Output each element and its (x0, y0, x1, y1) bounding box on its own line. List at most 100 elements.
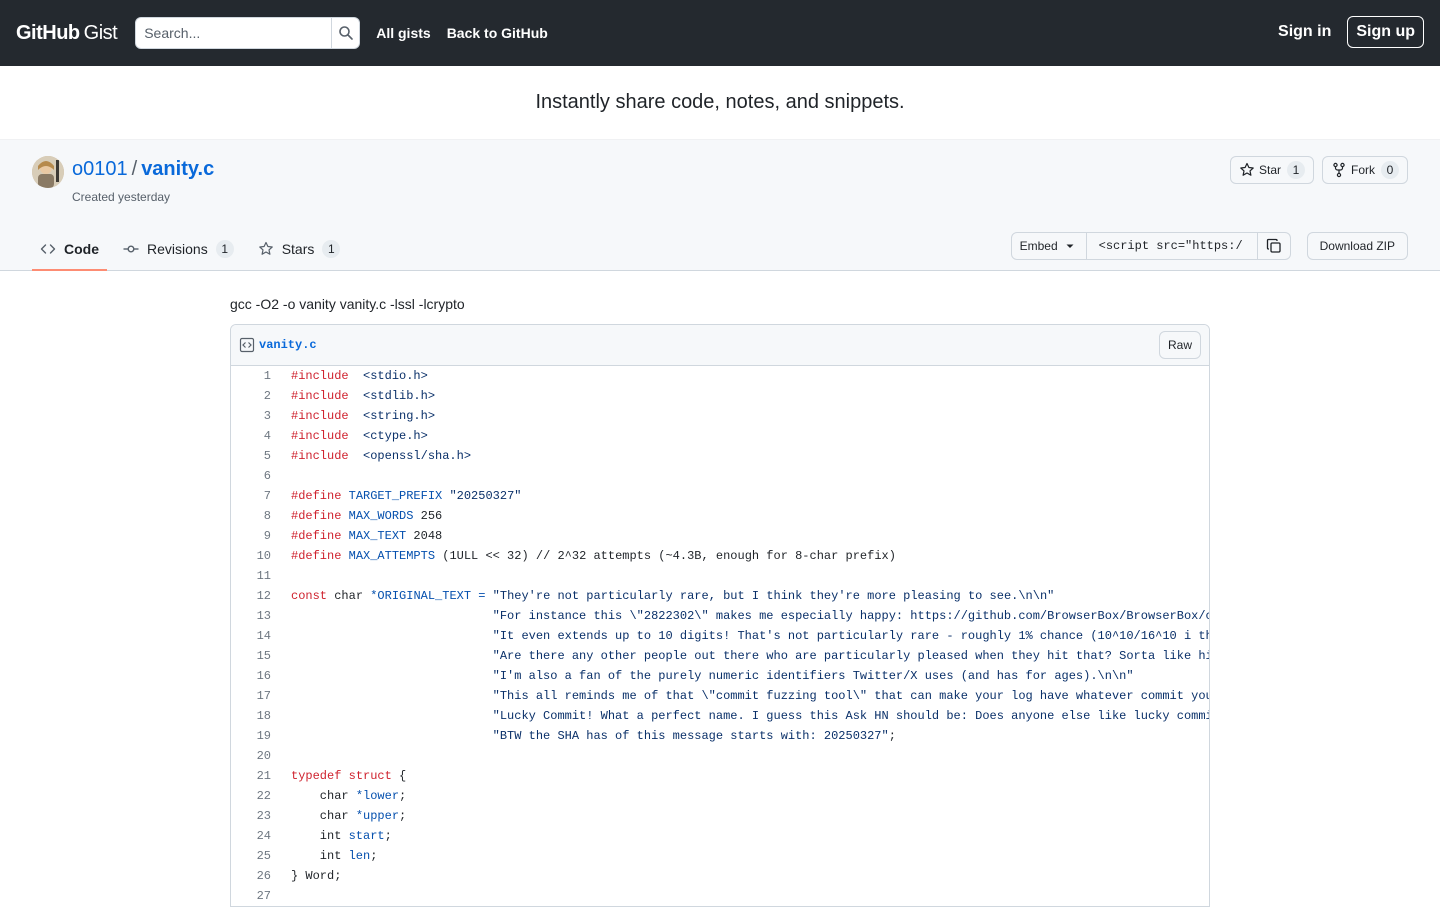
sign-up-button[interactable]: Sign up (1347, 16, 1424, 48)
code-token: ; (399, 789, 407, 803)
code-token: = (471, 589, 486, 603)
code-line: 6 (231, 466, 1209, 486)
code-token: typedef (291, 769, 342, 783)
line-content: "I'm also a fan of the purely numeric id… (281, 666, 1209, 686)
tab-stars[interactable]: Stars 1 (250, 228, 349, 271)
line-number[interactable]: 24 (231, 826, 281, 846)
raw-button[interactable]: Raw (1158, 331, 1201, 359)
logo-gist-text: Gist (83, 21, 118, 44)
file-code-icon (239, 337, 255, 353)
line-number[interactable]: 15 (231, 646, 281, 666)
code-line: 13 "For instance this \"2822302\" makes … (231, 606, 1209, 626)
line-content (281, 466, 1209, 486)
line-content: "It even extends up to 10 digits! That's… (281, 626, 1209, 646)
code-token: "It even extends up to 10 digits! That's… (492, 629, 1209, 643)
line-number[interactable]: 23 (231, 806, 281, 826)
nav-back-to-github[interactable]: Back to GitHub (447, 25, 548, 41)
tab-revisions[interactable]: Revisions 1 (115, 228, 242, 271)
created-date: Created yesterday (72, 190, 171, 204)
line-number[interactable]: 3 (231, 406, 281, 426)
star-label: Star (1258, 163, 1281, 177)
line-number[interactable]: 17 (231, 686, 281, 706)
code-line: 7 #define TARGET_PREFIX "20250327" (231, 486, 1209, 506)
code-token: "Are there any other people out there wh… (492, 649, 1209, 663)
code-token: <openssl/sha.h> (363, 449, 472, 463)
line-number[interactable]: 26 (231, 866, 281, 886)
line-number[interactable]: 10 (231, 546, 281, 566)
code-line: 11 (231, 566, 1209, 586)
line-content (281, 566, 1209, 586)
code-line: 26} Word; (231, 866, 1209, 886)
line-content: #include <ctype.h> (281, 426, 1209, 446)
line-number[interactable]: 27 (231, 886, 281, 906)
line-content: char *lower; (281, 786, 1209, 806)
line-number[interactable]: 13 (231, 606, 281, 626)
line-number[interactable]: 20 (231, 746, 281, 766)
avatar[interactable] (32, 156, 64, 188)
line-number[interactable]: 22 (231, 786, 281, 806)
code-token: ; (370, 849, 378, 863)
code-token: ; (888, 729, 896, 743)
line-number[interactable]: 8 (231, 506, 281, 526)
gist-actions: Star 1 Fork 0 (1222, 156, 1408, 184)
code-line: 10 #define MAX_ATTEMPTS (1ULL << 32) // 2… (231, 546, 1209, 566)
gist-name-link[interactable]: vanity.c (141, 158, 214, 180)
gist-description: gcc -O2 -o vanity vanity.c -lssl -lcrypt… (230, 296, 465, 312)
github-gist-logo[interactable]: GitHub Gist (16, 21, 118, 45)
line-number[interactable]: 19 (231, 726, 281, 746)
line-content: #define MAX_WORDS 256 (281, 506, 1209, 526)
code-token: #include (291, 429, 349, 443)
line-content (281, 746, 1209, 766)
tab-stars-label: Stars (281, 240, 315, 257)
sign-in-link[interactable]: Sign in (1278, 23, 1331, 41)
code-token: 256 (413, 509, 443, 523)
code-token: 2048 (406, 529, 443, 543)
line-content: const char *ORIGINAL_TEXT = "They're not… (281, 586, 1209, 606)
line-number[interactable]: 6 (231, 466, 281, 486)
code-token: TARGET_PREFIX (348, 489, 443, 503)
code-token: <string.h> (363, 409, 436, 423)
line-number[interactable]: 11 (231, 566, 281, 586)
line-number[interactable]: 25 (231, 846, 281, 866)
code-line: 19 "BTW the SHA has of this message star… (231, 726, 1209, 746)
code-token: ; (384, 829, 392, 843)
nav-all-gists[interactable]: All gists (376, 25, 430, 41)
line-number[interactable]: 2 (231, 386, 281, 406)
line-number[interactable]: 7 (231, 486, 281, 506)
tab-code[interactable]: Code (32, 228, 107, 271)
line-number[interactable]: 5 (231, 446, 281, 466)
line-content: "Lucky Commit! What a perfect name. I gu… (281, 706, 1209, 726)
line-number[interactable]: 9 (231, 526, 281, 546)
gist-title: o0101/vanity.c (72, 158, 214, 181)
search-icon (338, 26, 353, 40)
line-content: "For instance this \"2822302\" makes me … (281, 606, 1209, 626)
copy-icon (1266, 238, 1281, 253)
line-number[interactable]: 1 (231, 366, 281, 386)
file-name-link[interactable]: vanity.c (259, 338, 317, 352)
copy-button[interactable] (1257, 232, 1291, 260)
fork-button[interactable]: Fork 0 (1322, 156, 1408, 184)
search-button[interactable] (332, 17, 361, 49)
embed-url-input[interactable] (1086, 232, 1258, 260)
download-zip-button[interactable]: Download ZIP (1306, 232, 1408, 260)
embed-dropdown[interactable]: Embed (1010, 232, 1087, 260)
search-input[interactable] (135, 17, 333, 49)
line-number[interactable]: 18 (231, 706, 281, 726)
star-button[interactable]: Star 1 (1229, 156, 1314, 184)
owner-link[interactable]: o0101 (72, 158, 128, 180)
caret-down-icon (1066, 244, 1074, 248)
code-line: 8 #define MAX_WORDS 256 (231, 506, 1209, 526)
line-number[interactable]: 4 (231, 426, 281, 446)
code-token: #include (291, 449, 349, 463)
line-content: int len; (281, 846, 1209, 866)
line-number[interactable]: 16 (231, 666, 281, 686)
line-content: typedef struct { (281, 766, 1209, 786)
line-number[interactable]: 14 (231, 626, 281, 646)
line-number[interactable]: 12 (231, 586, 281, 606)
line-number[interactable]: 21 (231, 766, 281, 786)
